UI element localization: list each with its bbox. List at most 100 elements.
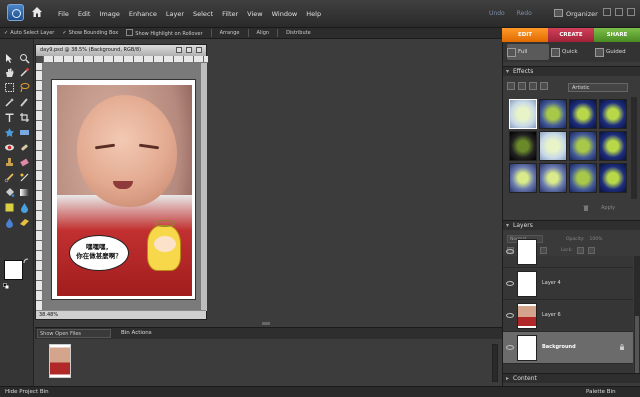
minimize-icon[interactable] — [603, 8, 611, 16]
brush-tool-icon[interactable] — [4, 172, 15, 183]
show-bounding-box-checkbox[interactable]: Show Bounding Box — [62, 30, 119, 36]
tab-edit[interactable]: EDIT — [502, 28, 548, 42]
pencil-tool-icon[interactable] — [19, 217, 30, 228]
selection-brush-tool-icon[interactable] — [19, 97, 30, 108]
photo-effects-icon[interactable] — [529, 82, 537, 90]
apply-button[interactable]: Apply — [601, 205, 615, 211]
layers-panel-header[interactable]: Layers — [503, 220, 640, 231]
effect-thumbnail[interactable] — [599, 163, 627, 193]
eraser-tool-icon[interactable] — [19, 157, 30, 168]
show-highlight-checkbox[interactable]: Show Highlight on Rollover — [126, 29, 202, 37]
menu-help[interactable]: Help — [306, 10, 321, 18]
layers-scrollbar[interactable] — [634, 256, 640, 376]
effect-thumbnail[interactable] — [539, 163, 567, 193]
visibility-eye-icon[interactable] — [506, 249, 514, 254]
straighten-tool-icon[interactable] — [19, 127, 30, 138]
cookie-cutter-tool-icon[interactable] — [4, 127, 15, 138]
filters-icon[interactable] — [507, 82, 515, 90]
effect-thumbnail[interactable] — [569, 99, 597, 129]
magic-wand-tool-icon[interactable] — [4, 97, 15, 108]
quick-edit-button[interactable]: Quick — [551, 44, 593, 60]
distribute-button[interactable]: Distribute — [286, 30, 311, 36]
swap-colors-icon[interactable] — [23, 258, 29, 264]
menu-edit[interactable]: Edit — [78, 10, 91, 18]
doc-close-icon[interactable] — [196, 47, 202, 53]
project-bin-scrollbar[interactable] — [492, 344, 498, 382]
layer-row-selected[interactable]: Background — [503, 332, 633, 364]
organizer-icon[interactable] — [554, 9, 563, 17]
layer-row[interactable]: Layer 6 — [503, 300, 633, 332]
bin-actions-menu[interactable]: Bin Actions — [121, 330, 152, 336]
doc-minimize-icon[interactable] — [176, 47, 182, 53]
guided-edit-button[interactable]: Guided — [595, 44, 637, 60]
crop-tool-icon[interactable] — [19, 112, 30, 123]
document-title-bar[interactable]: day9.psd @ 38.5% (Background, RGB/8) — [36, 45, 206, 56]
open-file-thumbnail[interactable] — [49, 344, 71, 378]
home-icon[interactable] — [31, 6, 43, 18]
restore-icon[interactable] — [615, 8, 623, 16]
effect-thumbnail[interactable] — [569, 131, 597, 161]
effect-thumbnail[interactable] — [599, 99, 627, 129]
effects-scrollbar[interactable] — [631, 97, 637, 199]
zoom-level[interactable]: 38.48% — [39, 312, 58, 318]
redo-button[interactable]: Redo — [517, 10, 532, 17]
layer-row[interactable]: Layer 4 — [503, 268, 633, 300]
eyedropper-tool-icon[interactable] — [19, 67, 30, 78]
tab-create[interactable]: CREATE — [548, 28, 594, 42]
visibility-eye-icon[interactable] — [506, 345, 514, 350]
menu-image[interactable]: Image — [99, 10, 119, 18]
move-tool-icon[interactable] — [4, 53, 15, 64]
bin-resize-handle[interactable] — [262, 322, 270, 325]
sponge-tool-icon[interactable] — [4, 217, 15, 228]
foreground-color-swatch[interactable] — [4, 260, 23, 280]
effect-thumbnail[interactable] — [509, 131, 537, 161]
menu-file[interactable]: File — [58, 10, 69, 18]
effect-thumbnail[interactable] — [509, 99, 537, 129]
smart-brush-tool-icon[interactable] — [19, 172, 30, 183]
red-eye-tool-icon[interactable] — [4, 142, 15, 153]
lasso-tool-icon[interactable] — [19, 82, 30, 93]
hide-project-bin-button[interactable]: Hide Project Bin — [5, 389, 49, 395]
effect-thumbnail[interactable] — [569, 163, 597, 193]
gradient-tool-icon[interactable] — [19, 187, 30, 198]
effect-thumbnail[interactable] — [509, 163, 537, 193]
doc-maximize-icon[interactable] — [186, 47, 192, 53]
tab-share[interactable]: SHARE — [594, 28, 640, 42]
visibility-eye-icon[interactable] — [506, 281, 514, 286]
trash-icon[interactable] — [583, 205, 589, 211]
canvas-area[interactable]: 嘿嘿嘿， 你在做甚麼啊？ — [43, 63, 201, 311]
type-tool-icon[interactable] — [4, 112, 15, 123]
app-logo-icon[interactable] — [7, 4, 24, 21]
menu-window[interactable]: Window — [272, 10, 298, 18]
align-button[interactable]: Align — [257, 30, 270, 36]
visibility-eye-icon[interactable] — [506, 313, 514, 318]
healing-brush-tool-icon[interactable] — [19, 142, 30, 153]
undo-button[interactable]: Undo — [489, 10, 505, 17]
effect-thumbnail[interactable] — [539, 131, 567, 161]
menu-enhance[interactable]: Enhance — [129, 10, 157, 18]
document-vertical-scrollbar[interactable] — [201, 63, 207, 311]
paint-bucket-tool-icon[interactable] — [4, 187, 15, 198]
full-edit-button[interactable]: Full — [507, 44, 549, 60]
menu-select[interactable]: Select — [193, 10, 213, 18]
zoom-tool-icon[interactable] — [19, 53, 30, 64]
close-icon[interactable] — [627, 8, 635, 16]
default-colors-icon[interactable] — [3, 283, 9, 289]
organizer-button[interactable]: Organizer — [566, 10, 598, 18]
palette-bin-button[interactable]: Palette Bin — [586, 389, 616, 395]
show-open-files-dropdown[interactable]: Show Open Files — [37, 329, 111, 338]
effect-thumbnail[interactable] — [599, 131, 627, 161]
menu-layer[interactable]: Layer — [166, 10, 184, 18]
effects-panel-header[interactable]: Effects — [503, 66, 640, 77]
baby-photo[interactable]: 嘿嘿嘿， 你在做甚麼啊？ — [57, 85, 192, 296]
auto-select-layer-checkbox[interactable]: Auto Select Layer — [4, 30, 54, 36]
clone-stamp-tool-icon[interactable] — [4, 157, 15, 168]
show-all-icon[interactable] — [540, 82, 548, 90]
layers-scroll-thumb[interactable] — [635, 316, 639, 374]
content-panel-header[interactable]: Content — [503, 373, 640, 384]
effect-thumbnail[interactable] — [539, 99, 567, 129]
speech-bubble[interactable]: 嘿嘿嘿， 你在做甚麼啊？ — [69, 235, 129, 271]
blur-tool-icon[interactable] — [19, 202, 30, 213]
arrange-button[interactable]: Arrange — [220, 30, 240, 36]
layer-row[interactable] — [503, 236, 633, 268]
